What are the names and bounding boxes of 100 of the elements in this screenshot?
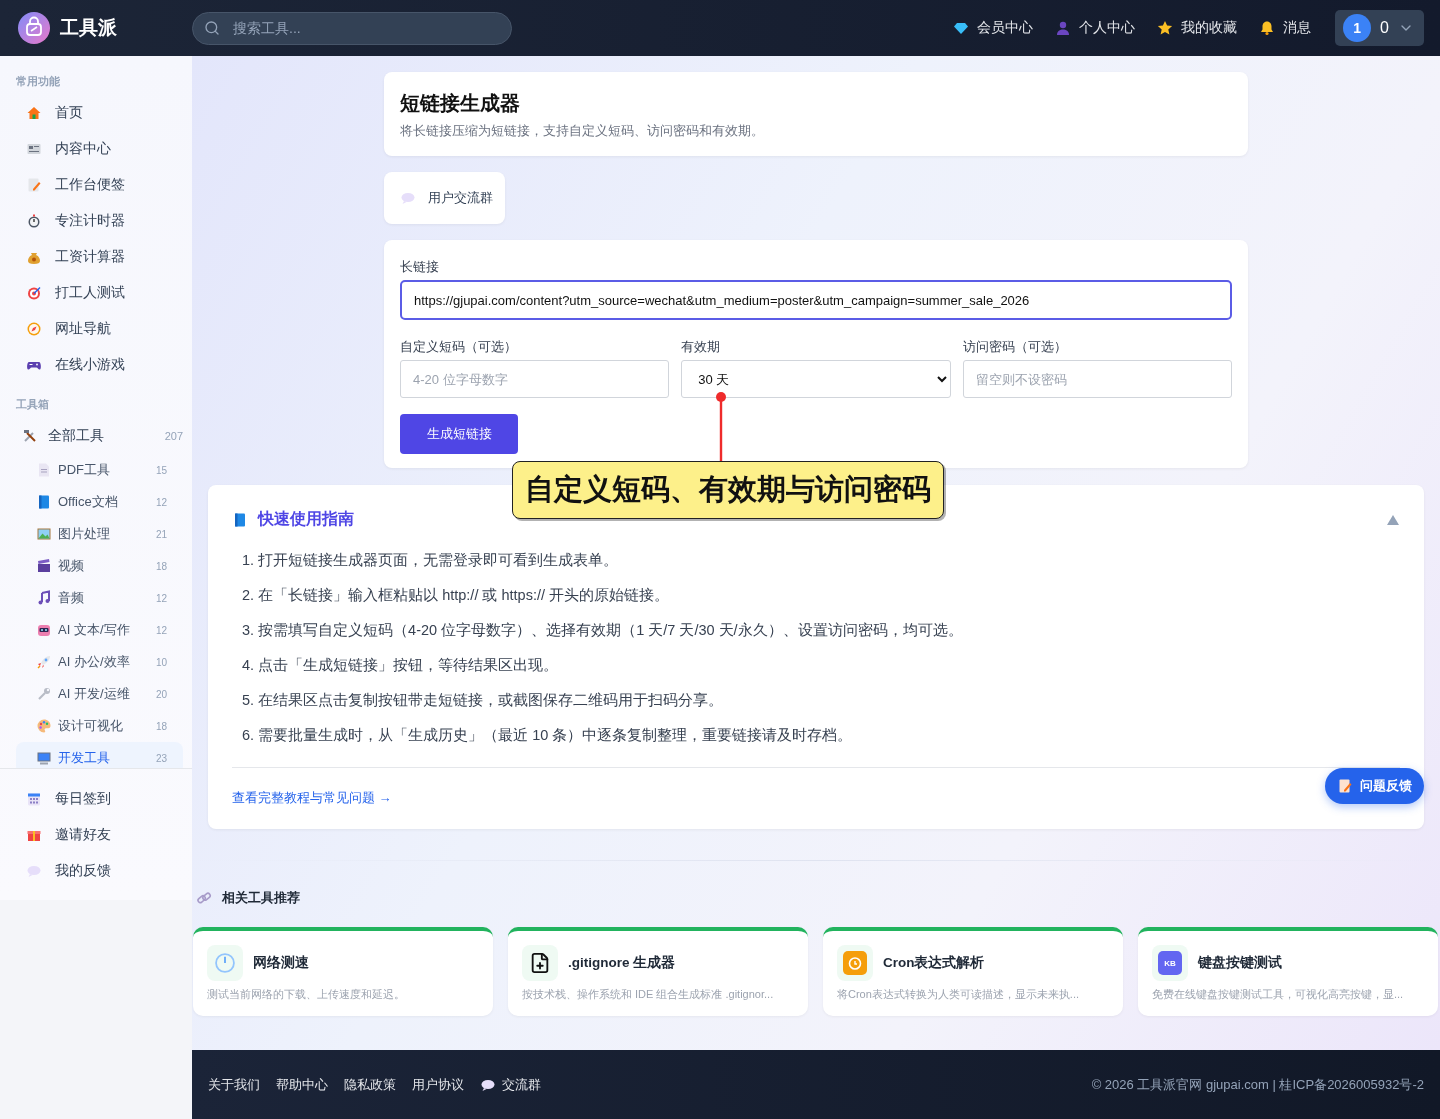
sidebar-item[interactable]: AI 文本/写作 12 — [16, 614, 183, 646]
tool-description: 按技术栈、操作系统和 IDE 组合生成标准 .gitignor... — [522, 987, 775, 1002]
sidebar-item[interactable]: 内容中心 — [16, 131, 183, 167]
guide-step: 1. 打开短链接生成器页面，无需登录即可看到生成表单。 — [242, 550, 1400, 570]
sidebar-item[interactable]: 打工人测试 — [16, 275, 183, 311]
alarm-clock-icon — [843, 951, 867, 975]
count-label: 12 — [155, 496, 167, 508]
sidebar-item[interactable]: 网址导航 — [16, 311, 183, 347]
tool-description: 将Cron表达式转换为人类可读描述，显示未来执... — [837, 987, 1080, 1002]
search-field[interactable]: 搜索工具... — [192, 11, 512, 45]
link-icon — [196, 890, 212, 906]
password-input[interactable]: 留空则不设密码 — [962, 360, 1232, 398]
field-label: 访问密码（可选） — [962, 338, 1068, 356]
url-input[interactable]: https://gjupai.com/content?utm_source=wechat&utm_medium=poster&utm_campaign=summer_sale_2026 — [400, 280, 1232, 320]
sidebar-item[interactable]: 首页 — [16, 95, 183, 131]
wrench-icon — [36, 686, 52, 702]
sidebar-item[interactable]: 图片处理 21 — [16, 518, 183, 550]
search-icon — [204, 19, 220, 36]
collapse-button[interactable] — [1386, 513, 1400, 526]
sidebar-item[interactable]: 邀请好友 — [16, 817, 183, 853]
count-label: 10 — [155, 656, 167, 668]
item-label: 音频 — [58, 589, 84, 607]
nav-link[interactable]: 个人中心 — [1055, 19, 1136, 37]
tool-name: 键盘按键测试 — [1198, 954, 1282, 972]
guide-title: 快速使用指南 — [258, 509, 354, 529]
sidebar-item[interactable]: 全部工具 207 — [16, 418, 183, 454]
book-icon — [232, 511, 248, 528]
field-label: 有效期 — [681, 338, 722, 356]
item-label: PDF工具 — [58, 461, 110, 479]
sidebar-item[interactable]: 工作台便签 — [16, 167, 183, 203]
sidebar-item[interactable]: Office文档 12 — [16, 486, 183, 518]
short-code-input[interactable]: 4-20 位字母数字 — [400, 360, 670, 398]
music-note-icon — [36, 590, 52, 606]
keyboard-badge: KB — [1158, 951, 1182, 975]
clapper-icon — [36, 558, 52, 574]
tool-description: 测试当前网络的下载、上传速度和延迟。 — [207, 987, 406, 1002]
avatar: 1 — [1343, 14, 1372, 42]
gauge-icon — [214, 952, 236, 974]
house-icon — [26, 105, 42, 121]
footer-link[interactable]: 交流群 — [480, 1075, 541, 1094]
sidebar-item[interactable]: 视频 18 — [16, 550, 183, 582]
tool-card[interactable]: .gitignore 生成器 按技术栈、操作系统和 IDE 组合生成标准 .gitignor... — [508, 927, 808, 1016]
speech-bubble-icon — [400, 190, 416, 206]
feedback-button[interactable]: 问题反馈 — [1325, 768, 1424, 804]
sidebar-item[interactable]: 专注计时器 — [16, 203, 183, 239]
nav-link[interactable]: 我的收藏 — [1157, 19, 1238, 37]
nav-link[interactable]: 会员中心 — [953, 19, 1034, 37]
count-label: 207 — [164, 430, 183, 442]
sidebar-item[interactable]: 音频 12 — [16, 582, 183, 614]
footer-link[interactable]: 帮助中心 — [276, 1075, 328, 1094]
count-label: 18 — [155, 560, 167, 572]
tool-description: 免费在线键盘按键测试工具，可视化高亮按键，显... — [1152, 987, 1405, 1002]
memo-icon — [26, 177, 42, 193]
footer-link[interactable]: 用户协议 — [412, 1075, 464, 1094]
group-chat-button[interactable]: 用户交流群 — [384, 172, 505, 224]
count-label: 12 — [155, 592, 167, 604]
tool-name: .gitignore 生成器 — [568, 954, 676, 972]
speech-bubble-icon — [26, 863, 42, 879]
footer-link[interactable]: 关于我们 — [208, 1075, 260, 1094]
calendar-icon — [26, 791, 42, 807]
sidebar-item[interactable]: AI 办公/效率 10 — [16, 646, 183, 678]
sidebar-item[interactable]: 开发工具 23 — [16, 742, 183, 768]
tool-card[interactable]: Cron表达式解析 将Cron表达式转换为人类可读描述，显示未来执... — [823, 927, 1123, 1016]
footer-link[interactable]: 隐私政策 — [344, 1075, 396, 1094]
sidebar-item[interactable]: 工资计算器 — [16, 239, 183, 275]
guide-step: 4. 点击「生成短链接」按钮，等待结果区出现。 — [242, 655, 1400, 675]
count-label: 12 — [155, 624, 167, 636]
sidebar-item[interactable]: PDF工具 15 — [16, 454, 183, 486]
logo-icon — [18, 12, 50, 44]
item-label: 开发工具 — [58, 749, 110, 767]
nav-link[interactable]: 消息 — [1259, 19, 1312, 37]
field-label: 长链接 — [400, 258, 440, 276]
tool-name: 网络测速 — [253, 954, 309, 972]
sidebar-item[interactable]: 我的反馈 — [16, 853, 183, 889]
compass-icon — [26, 321, 42, 337]
page-title: 短链接生成器 — [400, 91, 521, 116]
tool-card[interactable]: 网络测速 测试当前网络的下载、上传速度和延迟。 — [193, 927, 493, 1016]
sidebar-item[interactable]: 每日签到 — [16, 781, 183, 817]
guide-step: 6. 需要批量生成时，从「生成历史」（最近 10 条）中逐条复制整理，重要链接请及时存档。 — [242, 725, 1400, 745]
newspaper-icon — [26, 141, 42, 157]
count-label: 20 — [155, 688, 167, 700]
item-label: AI 办公/效率 — [58, 653, 130, 671]
bell-icon — [1259, 20, 1276, 36]
sidebar-item[interactable]: AI 开发/运维 20 — [16, 678, 183, 710]
user-menu-button[interactable]: 1 0 — [1335, 10, 1424, 46]
document-icon — [36, 462, 52, 478]
tool-card[interactable]: KB 键盘按键测试 免费在线键盘按键测试工具，可视化高亮按键，显... — [1138, 927, 1438, 1016]
tools-icon — [22, 428, 38, 444]
tutorial-link[interactable]: 查看完整教程与常见问题 → — [232, 790, 392, 805]
count-label: 23 — [155, 752, 167, 764]
rocket-icon — [36, 654, 52, 670]
sidebar-item[interactable]: 设计可视化 18 — [16, 710, 183, 742]
guide-step: 5. 在结果区点击复制按钮带走短链接，或截图保存二维码用于扫码分享。 — [242, 690, 1400, 710]
generate-button[interactable]: 生成短链接 — [400, 414, 518, 454]
guide-step: 3. 按需填写自定义短码（4-20 位字母数字）、选择有效期（1 天/7 天/30 天/永久）、设置访问密码，均可选。 — [242, 620, 1400, 640]
sidebar-item[interactable]: 在线小游戏 — [16, 347, 183, 383]
expiry-select[interactable]: 30 天 — [681, 360, 951, 398]
item-label: Office文档 — [58, 493, 118, 511]
book-icon — [36, 494, 52, 510]
leader-line — [716, 392, 726, 462]
